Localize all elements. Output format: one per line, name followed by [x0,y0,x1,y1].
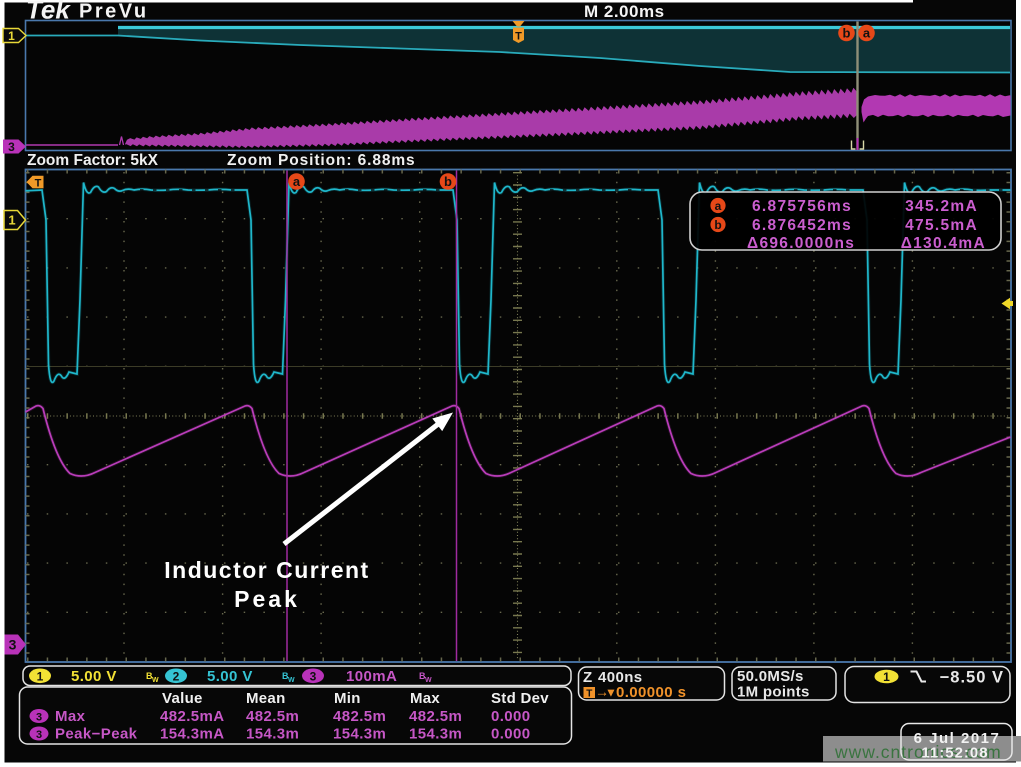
svg-text:Value: Value [162,690,203,707]
svg-text:3: 3 [36,729,42,741]
svg-text:W: W [288,677,295,684]
svg-text:a: a [715,199,722,213]
svg-text:0.000: 0.000 [491,726,531,743]
svg-text:1: 1 [37,669,44,683]
svg-text:a: a [863,26,871,41]
svg-text:154.3mA: 154.3mA [160,726,225,743]
svg-text:Zoom Position: 6.88ms: Zoom Position: 6.88ms [227,152,416,169]
svg-text:Zoom Factor: 5kX: Zoom Factor: 5kX [27,152,159,169]
svg-text:1: 1 [8,29,15,43]
svg-text:3: 3 [310,669,317,683]
svg-text:T: T [586,689,592,700]
svg-text:6.876452ms: 6.876452ms [752,217,852,234]
svg-text:3: 3 [9,637,17,653]
svg-text:11:52:08: 11:52:08 [921,745,988,762]
svg-text:3: 3 [8,140,15,154]
svg-text:Inductor Current: Inductor Current [164,557,369,583]
svg-text:Peak−Peak: Peak−Peak [55,726,138,743]
svg-text:1: 1 [8,213,15,228]
svg-text:Std Dev: Std Dev [491,690,549,707]
svg-text:Mean: Mean [246,690,286,707]
svg-text:T: T [35,178,42,190]
svg-text:50.0MS/s: 50.0MS/s [737,668,804,685]
svg-text:Max: Max [55,708,86,725]
svg-text:Peak: Peak [234,586,300,612]
svg-text:Δ696.0000ns: Δ696.0000ns [747,235,855,252]
svg-text:Z: Z [583,669,592,686]
svg-text:482.5m: 482.5m [246,708,299,725]
svg-text:1M points: 1M points [737,684,810,701]
svg-text:5.00 V: 5.00 V [71,668,117,685]
svg-text:W: W [152,677,159,684]
svg-text:475.5mA: 475.5mA [905,217,978,234]
svg-text:482.5mA: 482.5mA [160,708,225,725]
svg-text:6.875756ms: 6.875756ms [752,198,852,215]
svg-text:Δ130.4mA: Δ130.4mA [901,235,986,252]
svg-text:0.000: 0.000 [491,708,531,725]
svg-text:154.3m: 154.3m [246,726,299,743]
svg-text:3: 3 [36,712,42,724]
svg-text:Min: Min [334,690,361,707]
svg-text:b: b [843,26,851,41]
svg-text:T: T [515,31,522,43]
svg-text:1: 1 [883,670,890,684]
svg-text:M 2.00ms: M 2.00ms [584,2,665,21]
svg-text:5.00 V: 5.00 V [207,668,253,685]
svg-text:100mA: 100mA [346,668,397,685]
svg-text:154.3m: 154.3m [409,726,462,743]
svg-text:482.5m: 482.5m [409,708,462,725]
svg-text:b: b [444,174,452,189]
svg-text:a: a [293,174,301,189]
svg-text:PreVu: PreVu [79,1,149,23]
svg-text:b: b [714,218,721,232]
svg-text:−8.50 V: −8.50 V [940,669,1004,687]
svg-text:0.00000 s: 0.00000 s [616,684,686,701]
svg-text:2: 2 [173,669,180,683]
svg-text:345.2mA: 345.2mA [905,198,978,215]
svg-text:482.5m: 482.5m [333,708,386,725]
svg-text:W: W [425,677,432,684]
svg-text:Max: Max [410,690,440,707]
svg-text:154.3m: 154.3m [333,726,386,743]
